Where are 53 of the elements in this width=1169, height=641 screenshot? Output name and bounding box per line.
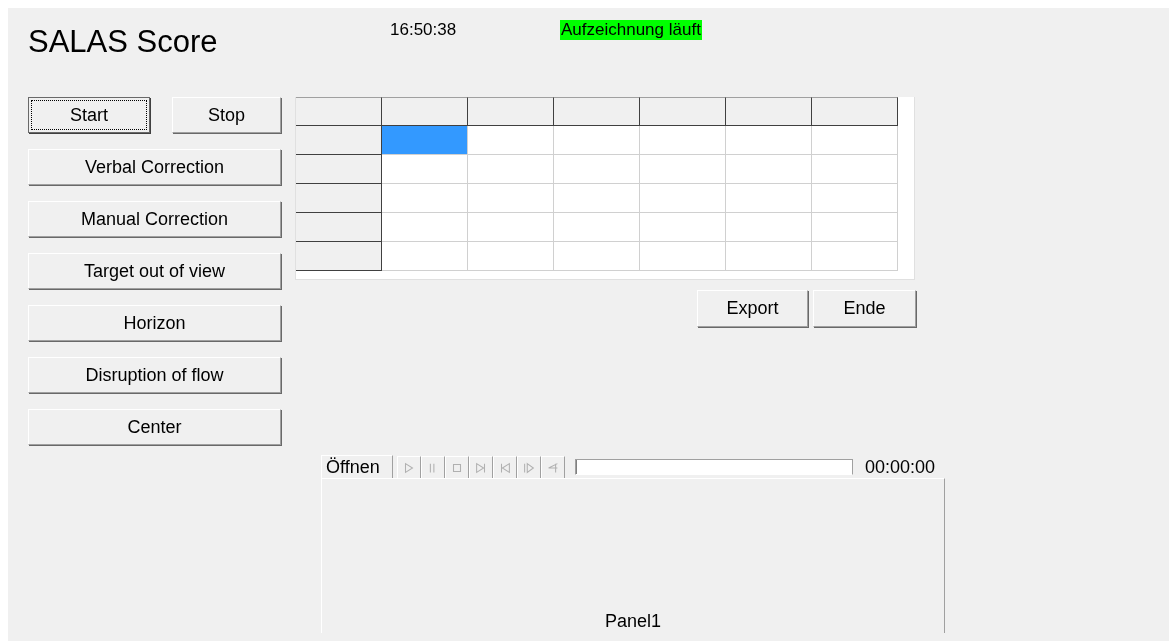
back-icon	[546, 460, 560, 475]
table-cell[interactable]	[726, 155, 812, 184]
open-button[interactable]: Öffnen	[321, 455, 393, 478]
table-cell[interactable]	[468, 213, 554, 242]
table-cell[interactable]	[554, 184, 640, 213]
table-cell[interactable]	[726, 213, 812, 242]
slider-thumb[interactable]	[576, 459, 580, 474]
table-cell[interactable]	[468, 155, 554, 184]
marker-button[interactable]: Horizon	[28, 305, 281, 341]
table-cell[interactable]	[812, 126, 898, 155]
table-cell[interactable]	[726, 242, 812, 271]
table-cell[interactable]	[554, 213, 640, 242]
marker-button[interactable]: Center	[28, 409, 281, 445]
table-cell[interactable]	[812, 242, 898, 271]
marker-button[interactable]: Disruption of flow	[28, 357, 281, 393]
table-cell[interactable]	[468, 184, 554, 213]
table-cell[interactable]	[640, 184, 726, 213]
marker-button[interactable]: Target out of view	[28, 253, 281, 289]
table-cell[interactable]	[640, 242, 726, 271]
table-cell[interactable]	[812, 184, 898, 213]
next-icon	[474, 460, 488, 475]
table-cell[interactable]	[382, 155, 468, 184]
table-cell[interactable]	[554, 126, 640, 155]
table-cell[interactable]	[382, 126, 468, 155]
table-cell[interactable]	[382, 242, 468, 271]
table-cell[interactable]	[812, 213, 898, 242]
table-cell[interactable]	[554, 242, 640, 271]
start-button[interactable]: Start	[28, 97, 150, 133]
prev-icon	[498, 460, 512, 475]
marker-button[interactable]: Verbal Correction	[28, 149, 281, 185]
stop-button[interactable]: Stop	[172, 97, 281, 133]
table-cell[interactable]	[726, 184, 812, 213]
clock: 16:50:38	[390, 20, 458, 40]
time-display: 00:00:00	[865, 457, 936, 478]
step-icon	[522, 460, 536, 475]
table-cell[interactable]	[640, 126, 726, 155]
table-cell[interactable]	[468, 126, 554, 155]
position-slider[interactable]	[575, 458, 853, 475]
table-cell[interactable]	[726, 126, 812, 155]
app-title: SALAS Score	[28, 24, 219, 60]
table-cell[interactable]	[640, 213, 726, 242]
play-icon	[402, 460, 416, 475]
panel-label: Panel1	[604, 611, 662, 632]
table-cell[interactable]	[382, 184, 468, 213]
recording-status: Aufzeichnung läuft	[560, 20, 702, 40]
export-button[interactable]: Export	[697, 290, 808, 327]
table-cell[interactable]	[382, 213, 468, 242]
table-cell[interactable]	[468, 242, 554, 271]
table-cell[interactable]	[554, 155, 640, 184]
marker-button[interactable]: Manual Correction	[28, 201, 281, 237]
table-cell[interactable]	[812, 155, 898, 184]
exit-button[interactable]: Ende	[813, 290, 916, 327]
table-cell[interactable]	[640, 155, 726, 184]
